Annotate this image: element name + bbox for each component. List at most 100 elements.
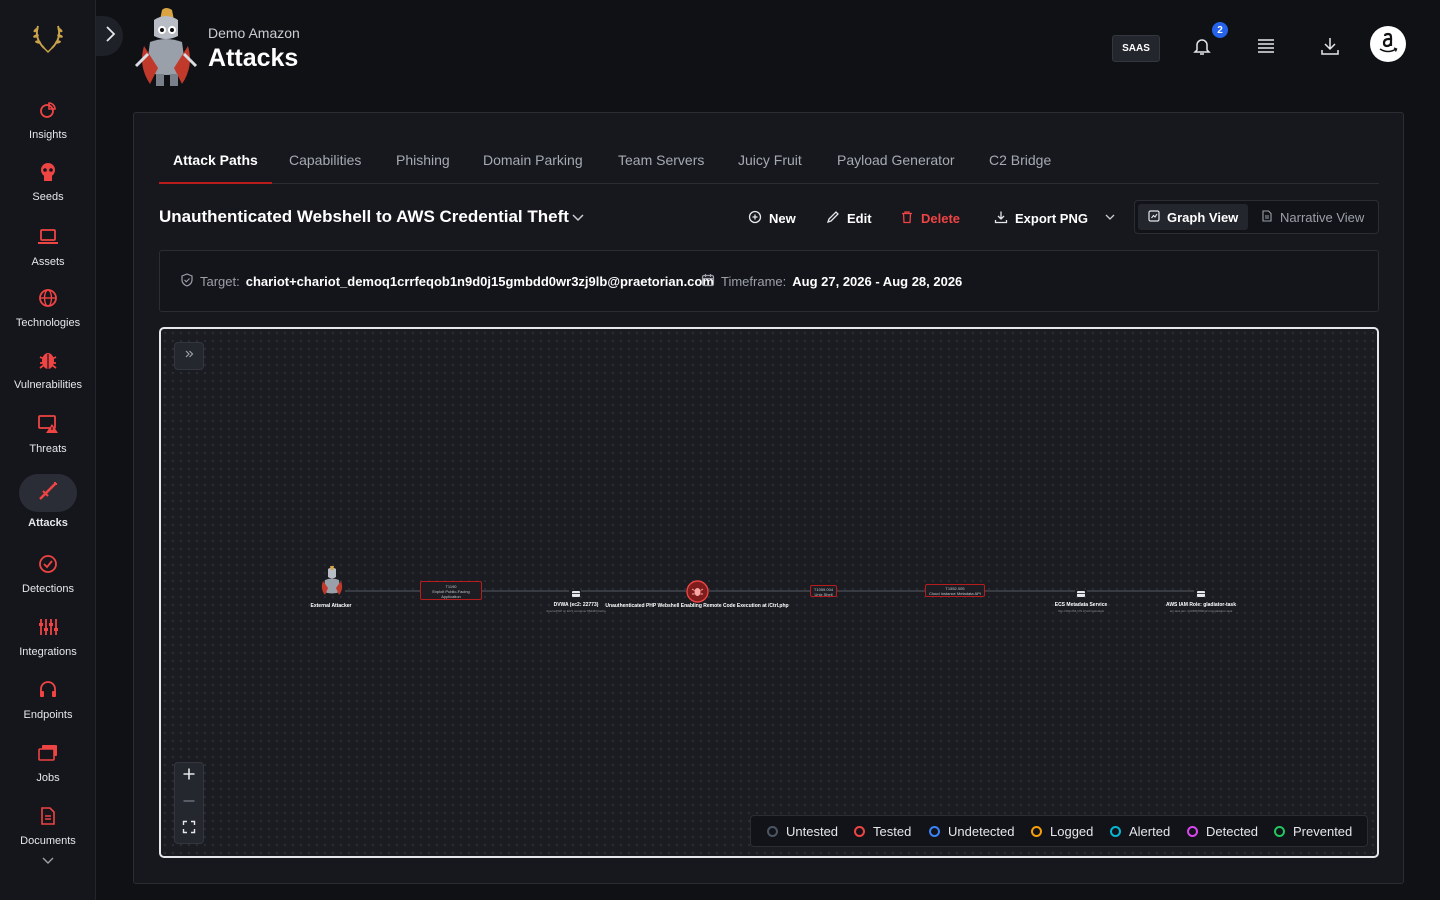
chevron-right-icon <box>103 25 117 48</box>
sidebar-item-label: Jobs <box>36 772 60 784</box>
sidebar-item-label: Detections <box>22 583 74 595</box>
narrative-view-label: Narrative View <box>1280 209 1365 225</box>
timeframe-info: Timeframe: Aug 27, 2026 - Aug 28, 2026 <box>701 273 962 290</box>
graph-node-technique-t1552[interactable]: T1552.005 Cloud Instance Metadata API <box>925 584 985 597</box>
status-dot-icon <box>1110 826 1121 837</box>
graph-node-subcaption: dpwmsPHP on ECS container 85dd8 Dvwba <box>546 609 606 613</box>
chevron-down-icon[interactable] <box>1103 210 1117 227</box>
tab-team-servers[interactable]: Team Servers <box>618 143 704 184</box>
legend-item-detected: Detected <box>1187 824 1258 839</box>
zoom-controls <box>174 762 204 844</box>
new-button[interactable]: New <box>748 208 796 228</box>
notifications-button[interactable] <box>1190 36 1214 60</box>
sidebar-item-technologies[interactable]: Technologies <box>0 286 96 346</box>
attack-path-meta: Target: chariot+chariot_demoq1crrfeqob1n… <box>159 250 1379 312</box>
tab-capabilities[interactable]: Capabilities <box>289 143 361 184</box>
sidebar-item-seeds[interactable]: Seeds <box>0 160 96 220</box>
sword-icon <box>37 480 59 507</box>
graph-node-ecs-metadata[interactable] <box>1076 586 1086 597</box>
sidebar-expand-button[interactable] <box>96 16 123 56</box>
sidebar-item-vulnerabilities[interactable]: Vulnerabilities <box>0 348 96 408</box>
download-button[interactable] <box>1318 36 1342 60</box>
tab-payload-generator[interactable]: Payload Generator <box>837 143 955 184</box>
graph-node-webshell-vulnerability[interactable] <box>686 580 709 603</box>
graph-node-technique-t1059[interactable]: T1059.004 Unix Shell <box>810 585 837 597</box>
timeframe-label: Timeframe: <box>721 274 787 289</box>
graph-node-line: Cloud Instance Metadata API <box>929 591 981 596</box>
attack-path-title[interactable]: Unauthenticated Webshell to AWS Credenti… <box>159 207 569 227</box>
zoom-in-button[interactable] <box>175 763 203 790</box>
calendar-icon <box>701 273 715 290</box>
list-view-button[interactable] <box>1254 36 1278 60</box>
status-dot-icon <box>1031 826 1042 837</box>
sidebar-item-label: Technologies <box>15 317 81 329</box>
legend-label: Detected <box>1206 824 1259 839</box>
attack-path-select-button[interactable] <box>570 209 586 225</box>
fullscreen-icon <box>182 820 196 839</box>
sidebar-item-label: Integrations <box>19 646 77 658</box>
graph-node-iam-role[interactable] <box>1196 586 1206 597</box>
server-icon <box>1196 586 1206 603</box>
active-item-highlight <box>19 474 77 512</box>
page-title: Attacks <box>208 44 299 72</box>
timeframe-value: Aug 27, 2026 - Aug 28, 2026 <box>792 274 963 289</box>
target-label: Target: <box>200 274 240 289</box>
sidebar-item-label: Assets <box>31 256 65 268</box>
sidebar-item-integrations[interactable]: Integrations <box>0 615 96 675</box>
graph-node-attacker[interactable] <box>316 564 348 596</box>
sidebar-item-label: Endpoints <box>23 709 73 721</box>
tab-bar: Attack Paths Capabilities Phishing Domai… <box>159 143 1379 184</box>
target-value: chariot+chariot_demoq1crrfeqob1n9d0j15gm… <box>245 274 714 289</box>
sidebar-scroll-down-icon[interactable] <box>40 852 56 868</box>
export-label: Export PNG <box>1015 210 1088 226</box>
tab-domain-parking[interactable]: Domain Parking <box>483 143 583 184</box>
sidebar-item-label: Documents <box>20 835 76 847</box>
plus-circle-icon <box>748 210 762 227</box>
graph-node-dvwa[interactable] <box>571 586 581 597</box>
sidebar-item-threats[interactable]: Threats <box>0 412 96 472</box>
status-dot-icon <box>1274 826 1285 837</box>
globe-icon <box>36 286 60 310</box>
chevron-down-icon <box>570 212 586 229</box>
status-dot-icon <box>929 826 940 837</box>
graph-node-line: Unix Shell <box>814 592 833 597</box>
org-name: Demo Amazon <box>208 25 300 41</box>
sidebar-item-label: Attacks <box>28 517 68 529</box>
narrative-view-button[interactable]: Narrative View <box>1251 204 1374 230</box>
target-info: Target: chariot+chariot_demoq1crrfeqob1n… <box>180 273 714 290</box>
saas-badge[interactable]: SAAS <box>1112 35 1160 62</box>
laptop-icon <box>36 225 60 249</box>
attack-graph-canvas[interactable]: External Attacker T1190 Exploit Public-F… <box>159 327 1379 858</box>
graph-node-technique-t1190[interactable]: T1190 Exploit Public-Facing Application <box>420 581 482 600</box>
sidebar-item-endpoints[interactable]: Endpoints <box>0 678 96 738</box>
legend-item-alerted: Alerted <box>1110 824 1170 839</box>
graph-icon <box>1148 209 1160 225</box>
export-png-button[interactable]: Export PNG <box>994 208 1117 228</box>
laurel-logo-icon[interactable] <box>28 16 68 56</box>
tab-phishing[interactable]: Phishing <box>396 143 450 184</box>
sidebar-item-detections[interactable]: Detections <box>0 552 96 612</box>
download-icon <box>994 210 1008 227</box>
tab-juicy-fruit[interactable]: Juicy Fruit <box>738 143 802 184</box>
delete-button[interactable]: Delete <box>900 208 960 228</box>
bug-icon <box>36 348 60 372</box>
sidebar-item-insights[interactable]: Insights <box>0 98 96 158</box>
tab-c2-bridge[interactable]: C2 Bridge <box>989 143 1051 184</box>
edit-button[interactable]: Edit <box>826 208 872 228</box>
graph-node-subcaption: http://169.254.170.2/v2/credentials <box>1057 609 1105 613</box>
fit-view-button[interactable] <box>175 816 203 843</box>
account-avatar[interactable] <box>1370 26 1406 62</box>
sidebar-item-jobs[interactable]: Jobs <box>0 741 96 801</box>
graph-node-caption: AWS IAM Role: gladiator-task <box>1165 602 1236 608</box>
sidebar-item-attacks[interactable]: Attacks <box>0 474 96 534</box>
graph-view-button[interactable]: Graph View <box>1138 204 1249 230</box>
tab-attack-paths[interactable]: Attack Paths <box>159 143 272 184</box>
graph-node-line: Application <box>441 594 461 599</box>
sidebar-item-assets[interactable]: Assets <box>0 225 96 285</box>
zoom-out-button[interactable] <box>175 790 203 817</box>
view-toggle: Graph View Narrative View <box>1134 200 1379 234</box>
pencil-icon <box>826 210 840 227</box>
seeds-icon <box>36 160 60 184</box>
status-dot-icon <box>854 826 865 837</box>
legend-item-prevented: Prevented <box>1274 824 1352 839</box>
